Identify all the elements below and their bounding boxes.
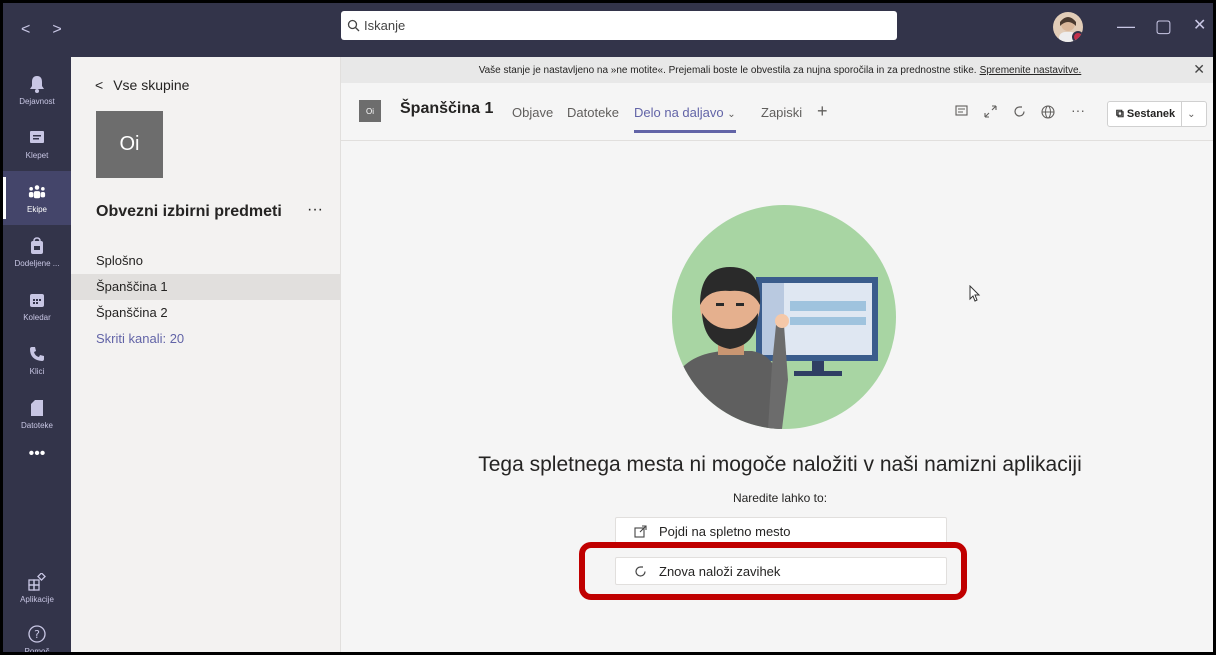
channel-item-spanscina-1[interactable]: Španščina 1 (71, 274, 341, 300)
chevron-down-icon[interactable]: ⌄ (1182, 109, 1195, 120)
title-bar: < > Iskanje — ▢ ✕ (3, 3, 1213, 57)
forward-arrow-icon[interactable]: > (52, 21, 61, 39)
rail-item-assignments[interactable]: Dodeljene ... (3, 225, 71, 279)
phone-icon (28, 345, 46, 363)
more-icon: ••• (28, 445, 46, 462)
back-label: Vse skupine (113, 77, 190, 93)
rail-item-apps[interactable]: Aplikacije (3, 561, 71, 615)
back-arrow-icon[interactable]: < (21, 21, 30, 39)
error-subtitle: Naredite lahko to: (732, 491, 828, 505)
team-avatar: Oi (96, 111, 163, 178)
tab-zapiski[interactable]: Zapiski (761, 105, 802, 120)
nav-arrows: < > (21, 21, 62, 39)
channel-item-spanscina-2[interactable]: Španščina 2 (71, 300, 341, 326)
hidden-channels-link[interactable]: Skriti kanali: 20 (71, 326, 341, 352)
rail-label: Koledar (23, 312, 51, 322)
camera-icon: ⧉ (1116, 107, 1124, 120)
rail-label: Dejavnost (19, 96, 55, 106)
close-button[interactable]: ✕ (1193, 17, 1206, 35)
banner-text: Vaše stanje je nastavljeno na »ne motite… (478, 64, 977, 76)
expand-icon[interactable] (984, 105, 997, 121)
add-tab-button[interactable]: + (817, 101, 828, 122)
tab-objave[interactable]: Objave (512, 105, 553, 120)
channel-header: Oi Španščina 1 Objave Datoteke Delo na d… (341, 83, 1213, 141)
close-icon[interactable]: ✕ (1193, 61, 1205, 78)
rail-item-calendar[interactable]: Koledar (3, 279, 71, 333)
go-to-website-label: Pojdi na spletno mesto (659, 523, 791, 539)
rail-label: Klici (29, 366, 45, 376)
app-rail: Dejavnost Klepet Ekipe Dodeljene ... Kol… (3, 57, 71, 655)
maximize-button[interactable]: ▢ (1155, 17, 1172, 35)
back-to-teams-link[interactable]: < Vse skupine (95, 77, 189, 93)
channel-avatar: Oi (359, 100, 381, 122)
chat-icon (28, 129, 46, 147)
reload-icon[interactable] (1013, 105, 1026, 121)
globe-icon[interactable] (1041, 105, 1055, 122)
tab-delo-na-daljavo[interactable]: Delo na daljavo ⌄ (634, 105, 736, 133)
change-settings-link[interactable]: Spremenite nastavitve. (980, 65, 1082, 76)
rail-item-calls[interactable]: Klici (3, 333, 71, 387)
rail-item-more[interactable]: ••• (3, 427, 71, 481)
user-avatar[interactable] (1053, 12, 1083, 42)
rail-item-chat[interactable]: Klepet (3, 117, 71, 171)
chevron-left-icon: < (95, 77, 104, 93)
calendar-icon (28, 291, 46, 309)
teams-icon (28, 183, 46, 201)
more-options-icon[interactable]: ··· (1071, 102, 1085, 118)
team-name: Obvezni izbirni predmeti (96, 203, 282, 220)
main-content: Vaše stanje je nastavljeno na »ne motite… (341, 57, 1213, 652)
rail-item-teams[interactable]: Ekipe (3, 171, 71, 225)
file-icon (28, 399, 46, 417)
rail-label: Klepet (25, 150, 49, 160)
search-placeholder: Iskanje (364, 18, 406, 33)
assignments-icon (28, 236, 46, 255)
error-message: Tega spletnega mesta ni mogoče naložiti … (478, 453, 1082, 476)
search-box[interactable]: Iskanje (341, 11, 897, 40)
meeting-label: ⧉ Sestanek (1108, 102, 1183, 126)
conversation-icon[interactable] (955, 105, 968, 121)
meeting-text: Sestanek (1126, 108, 1176, 120)
rail-item-help[interactable]: ? Pomoč (3, 613, 71, 655)
channel-title: Španščina 1 (400, 100, 494, 117)
rail-item-activity[interactable]: Dejavnost (3, 63, 71, 117)
help-icon: ? (28, 624, 46, 643)
channel-pane: < Vse skupine Oi Obvezni izbirni predmeti… (71, 57, 341, 652)
tab-label: Delo na daljavo (634, 105, 724, 120)
apps-icon (28, 572, 46, 591)
error-illustration (672, 205, 896, 429)
bell-icon (28, 75, 46, 93)
rail-label: Pomoč (24, 646, 50, 655)
tab-datoteke[interactable]: Datoteke (567, 105, 619, 120)
rail-label: Dodeljene ... (14, 258, 60, 268)
dnd-banner: Vaše stanje je nastavljeno na »ne motite… (341, 57, 1213, 83)
rail-label: Ekipe (26, 204, 47, 214)
teams-window: < > Iskanje — ▢ ✕ Dejavnost Klepet Ekipe (0, 0, 1216, 655)
minimize-button[interactable]: — (1117, 17, 1135, 35)
open-external-icon (634, 524, 647, 538)
svg-text:?: ? (34, 628, 40, 641)
rail-label: Aplikacije (20, 594, 54, 604)
team-more-button[interactable]: ··· (307, 201, 323, 219)
highlight-annotation (579, 542, 967, 600)
dnd-status-badge (1072, 31, 1083, 42)
channel-item-splosno[interactable]: Splošno (71, 248, 341, 274)
meeting-button[interactable]: ⧉ Sestanek ⌄ (1107, 101, 1207, 127)
search-icon (347, 19, 360, 32)
mouse-cursor-icon (969, 285, 981, 302)
go-to-website-button[interactable]: Pojdi na spletno mesto (615, 517, 947, 545)
chevron-down-icon: ⌄ (727, 109, 736, 120)
